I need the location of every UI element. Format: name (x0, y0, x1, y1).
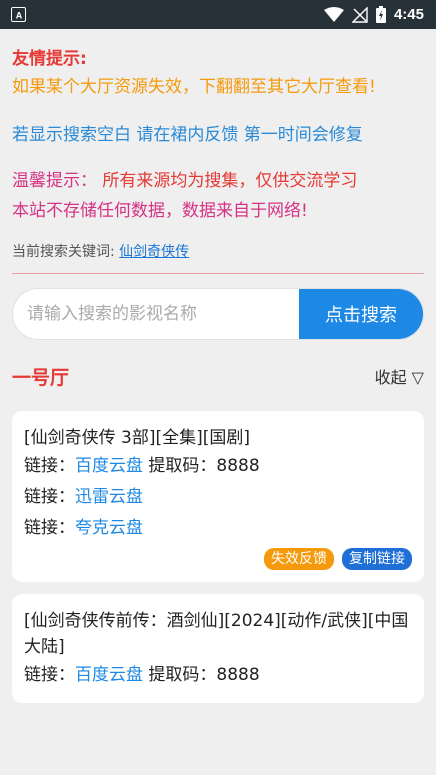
divider (12, 273, 424, 274)
notice-blue-text: 若显示搜索空白 请在裙内反馈 第一时间会修复 (12, 125, 363, 145)
notice-title: 友情提示: (12, 49, 87, 69)
quark-link[interactable]: 夸克云盘 (75, 518, 143, 538)
svg-text:A: A (15, 10, 22, 20)
wifi-icon (323, 6, 344, 22)
card-actions: 失效反馈 复制链接 (24, 548, 412, 570)
search-input[interactable] (13, 289, 299, 339)
hall-title: 一号厅 (12, 366, 70, 389)
baidu-link[interactable]: 百度云盘 (75, 456, 143, 476)
xunlei-link[interactable]: 迅雷云盘 (75, 487, 143, 507)
result-card: [仙剑奇侠传前传：酒剑仙][2024][动作/武侠][中国大陆] 链接：百度云盘… (12, 594, 424, 703)
current-keyword: 当前搜索关键词: 仙剑奇侠传 (12, 242, 424, 262)
clock: 4:45 (393, 6, 424, 23)
result-title: [仙剑奇侠传 3部][全集][国剧] (24, 428, 251, 448)
battery-icon (375, 6, 386, 23)
link-line: 链接：百度云盘 提取码：8888 (24, 660, 412, 691)
link-line: 链接：夸克云盘 (24, 513, 412, 544)
link-prefix: 链接： (24, 456, 75, 476)
notice-orange-text: 如果某个大厅资源失效，下翻翻至其它大厅查看! (12, 77, 376, 97)
link-line: 链接：迅雷云盘 (24, 482, 412, 513)
link-prefix: 链接： (24, 518, 75, 538)
extract-code: 提取码：8888 (143, 665, 260, 685)
keyword-label: 当前搜索关键词: (12, 244, 120, 260)
baidu-link[interactable]: 百度云盘 (75, 665, 143, 685)
status-bar: A 4:45 (0, 0, 436, 29)
search-button[interactable]: 点击搜索 (299, 289, 423, 339)
result-title: [仙剑奇侠传前传：酒剑仙][2024][动作/武侠][中国大陆] (24, 611, 409, 657)
result-card: [仙剑奇侠传 3部][全集][国剧] 链接：百度云盘 提取码：8888 链接：迅… (12, 411, 424, 582)
extract-code: 提取码：8888 (143, 456, 260, 476)
notice-warm-label: 温馨提示： (12, 171, 97, 191)
link-prefix: 链接： (24, 665, 75, 685)
notice-warm-red: 所有来源均为搜集，仅供交流学习 (102, 171, 358, 191)
copy-link-button[interactable]: 复制链接 (342, 548, 412, 570)
collapse-toggle[interactable]: 收起 ▽ (375, 364, 424, 388)
notice-warm: 温馨提示： 所有来源均为搜集，仅供交流学习 本站不存储任何数据，数据来自于网络! (12, 166, 424, 226)
link-line: 链接：百度云盘 提取码：8888 (24, 451, 412, 482)
notice-warm-text: 本站不存储任何数据，数据来自于网络! (12, 201, 308, 221)
no-signal-icon (351, 6, 368, 23)
search-bar: 点击搜索 (12, 288, 424, 340)
app-notification-icon: A (11, 7, 26, 22)
hall-header: 一号厅 收起 ▽ (12, 363, 424, 389)
report-invalid-button[interactable]: 失效反馈 (264, 548, 334, 570)
keyword-link[interactable]: 仙剑奇侠传 (119, 244, 189, 260)
link-prefix: 链接： (24, 487, 75, 507)
